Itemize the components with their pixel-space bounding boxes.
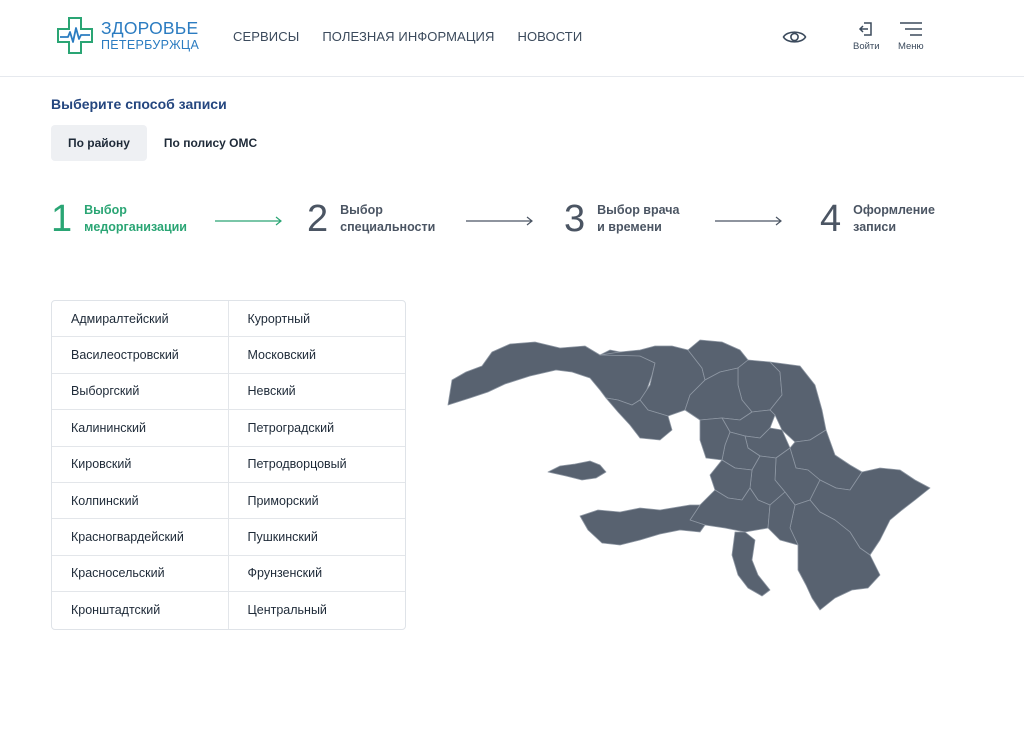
- table-row: Калининский Петроградский: [52, 410, 406, 447]
- district-item[interactable]: Петроградский: [229, 410, 406, 445]
- step-label: Оформление записи: [853, 202, 983, 236]
- table-row: Красногвардейский Пушкинский: [52, 519, 406, 556]
- heart-pulse-logo-icon: [57, 17, 93, 54]
- hamburger-menu-icon: [899, 22, 922, 36]
- step-1: 1 Выбор медорганизации: [51, 200, 214, 238]
- method-tabs: По району По полису ОМС: [51, 125, 274, 161]
- arrow-right-icon: [215, 216, 282, 226]
- login-label: Войти: [853, 41, 880, 52]
- step-2: 2 Выбор специальности: [307, 200, 470, 238]
- step-3: 3 Выбор врача и времени: [564, 200, 727, 238]
- district-item[interactable]: Выборгский: [52, 373, 229, 410]
- step-label-line2: специальности: [340, 220, 436, 234]
- step-label: Выбор врача и времени: [597, 202, 727, 236]
- eye-icon[interactable]: [782, 27, 807, 47]
- district-item[interactable]: Московский: [229, 337, 406, 372]
- step-label: Выбор медорганизации: [84, 202, 214, 236]
- nav-news[interactable]: НОВОСТИ: [517, 29, 582, 44]
- district-item[interactable]: Петродворцовый: [229, 447, 406, 482]
- main-nav: СЕРВИСЫ ПОЛЕЗНАЯ ИНФОРМАЦИЯ НОВОСТИ: [233, 29, 605, 44]
- district-item[interactable]: Курортный: [229, 301, 406, 336]
- step-label-line1: Выбор: [340, 203, 383, 217]
- district-item[interactable]: Фрунзенский: [229, 556, 406, 591]
- nav-useful-info[interactable]: ПОЛЕЗНАЯ ИНФОРМАЦИЯ: [322, 29, 494, 44]
- map-district-petrodvortsovy-south: [731, 531, 771, 597]
- table-row: Кировский Петродворцовый: [52, 446, 406, 483]
- table-row: Адмиралтейский Курортный: [52, 301, 406, 338]
- step-number: 1: [51, 198, 73, 240]
- logo-subtitle: ПЕТЕРБУРЖЦА: [101, 38, 200, 52]
- district-map[interactable]: [440, 330, 940, 620]
- district-item[interactable]: Центральный: [229, 592, 406, 628]
- step-label-line1: Выбор: [84, 203, 127, 217]
- district-item[interactable]: Красногвардейский: [52, 519, 229, 555]
- table-row: Красносельский Фрунзенский: [52, 555, 406, 593]
- step-label-line2: медорганизации: [84, 220, 187, 234]
- step-number: 2: [307, 198, 329, 240]
- table-row: Кронштадтский Центральный: [52, 592, 406, 629]
- table-row: Колпинский Приморский: [52, 482, 406, 520]
- menu-label: Меню: [898, 41, 924, 52]
- step-number: 4: [820, 198, 842, 240]
- district-item[interactable]: Приморский: [229, 483, 406, 518]
- district-item[interactable]: Пушкинский: [229, 519, 406, 554]
- district-item[interactable]: Калининский: [52, 410, 229, 446]
- district-item[interactable]: Василеостровский: [52, 337, 229, 373]
- arrow-right-icon: [715, 216, 782, 226]
- step-label-line1: Выбор врача: [597, 203, 680, 217]
- map-district-kronshtadtsky: [547, 460, 607, 481]
- nav-services[interactable]: СЕРВИСЫ: [233, 29, 299, 44]
- district-item[interactable]: Колпинский: [52, 482, 229, 519]
- logo-title: ЗДОРОВЬЕ: [101, 17, 199, 38]
- district-item[interactable]: Красносельский: [52, 555, 229, 592]
- step-label-line1: Оформление: [853, 203, 935, 217]
- map-district-petrodvortsovy: [579, 504, 706, 546]
- step-label-line2: записи: [853, 220, 897, 234]
- arrow-right-icon: [466, 216, 533, 226]
- table-row: Василеостровский Московский: [52, 337, 406, 374]
- district-item[interactable]: Невский: [229, 374, 406, 409]
- district-item[interactable]: Кронштадтский: [52, 592, 229, 629]
- table-row: Выборгский Невский: [52, 373, 406, 411]
- login-icon: [859, 22, 873, 36]
- login-button[interactable]: Войти: [853, 21, 880, 52]
- step-label-line2: и времени: [597, 220, 662, 234]
- choose-method-title: Выберите способ записи: [51, 96, 227, 112]
- site-logo[interactable]: ЗДОРОВЬЕ ПЕТЕРБУРЖЦА: [56, 17, 199, 54]
- site-header: ЗДОРОВЬЕ ПЕТЕРБУРЖЦА СЕРВИСЫ ПОЛЕЗНАЯ ИН…: [0, 0, 1024, 77]
- step-4: 4 Оформление записи: [820, 200, 983, 238]
- step-label: Выбор специальности: [340, 202, 470, 236]
- tab-by-district[interactable]: По району: [51, 125, 147, 161]
- district-item[interactable]: Кировский: [52, 446, 229, 482]
- district-item[interactable]: Адмиралтейский: [52, 301, 229, 337]
- districts-table: Адмиралтейский Курортный Василеостровски…: [51, 300, 406, 630]
- tab-by-oms-policy[interactable]: По полису ОМС: [147, 125, 274, 161]
- menu-button[interactable]: Меню: [898, 21, 924, 52]
- step-number: 3: [564, 198, 586, 240]
